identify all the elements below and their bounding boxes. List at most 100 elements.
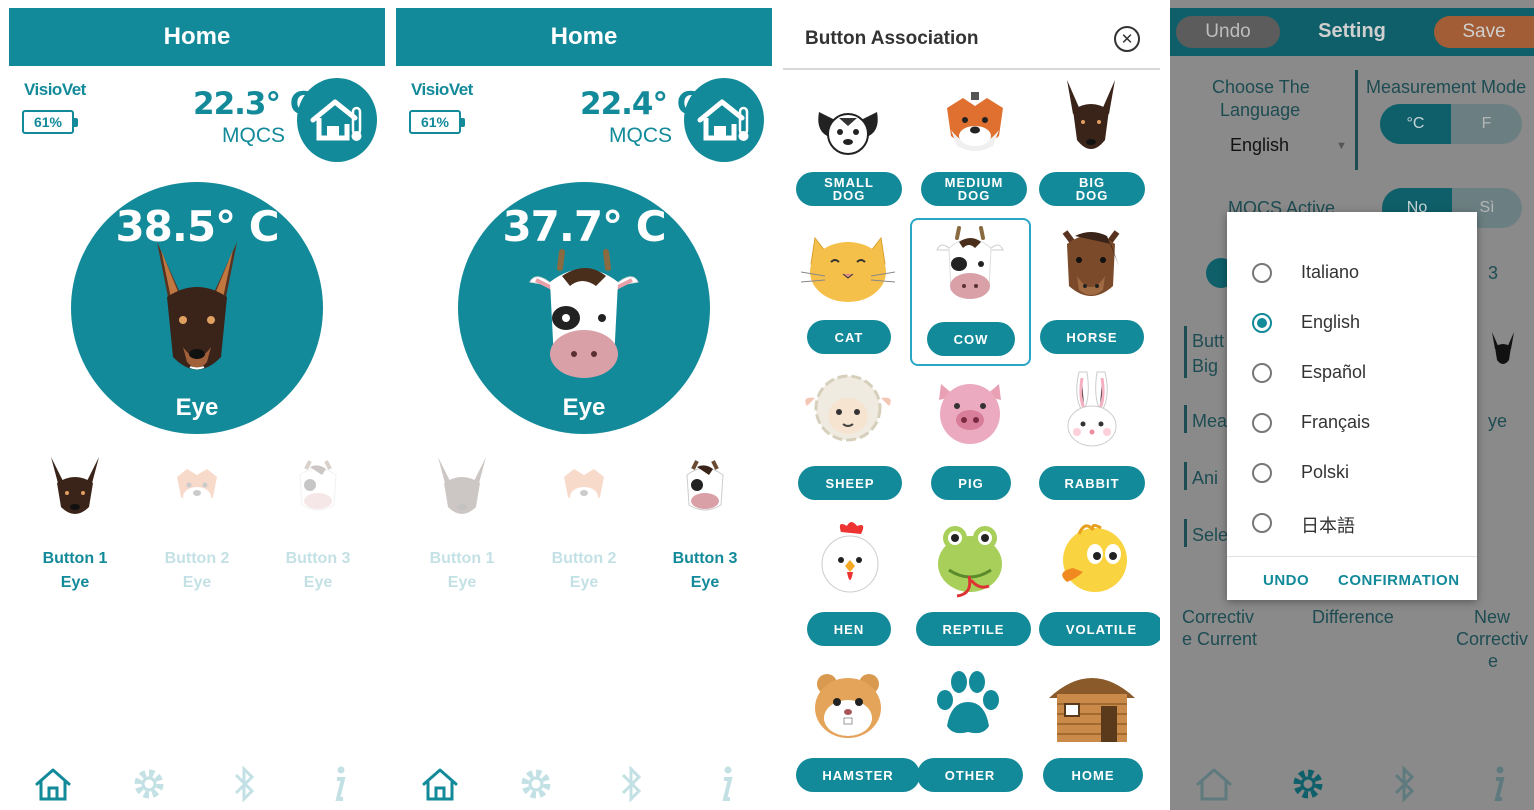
radio-button[interactable] [1252, 413, 1272, 433]
house-thermometer-icon [310, 99, 362, 141]
language-option[interactable]: Polski [1227, 448, 1477, 498]
measure-button-1[interactable]: Button 1 Eye [30, 455, 120, 592]
measurement-mode-label: Measurement Mode [1366, 77, 1527, 97]
language-option[interactable]: Español [1227, 348, 1477, 398]
animal-label: HOME [1071, 767, 1115, 783]
ambient-temperature: 22.3° C [193, 86, 313, 122]
divider [1184, 462, 1187, 490]
big-dog-icon [157, 242, 237, 370]
measure-button-2[interactable]: Button 2 Eye [152, 455, 242, 592]
animal-button-rabbit[interactable]: RABBIT [1039, 466, 1145, 500]
animal-label: HEN [833, 621, 865, 637]
new-correction-label-line2: Correctiv [1456, 629, 1529, 649]
animal-label-line2: DOG [832, 188, 866, 203]
big-dog-icon [1067, 80, 1115, 149]
dialog-confirm-button[interactable]: CONFIRMATION [1338, 572, 1460, 589]
animal-label-line2: DOG [957, 188, 991, 203]
language-option[interactable]: 日本語 [1227, 498, 1477, 548]
language-label-line2: Language [1220, 100, 1301, 120]
button-label: Button 2 [164, 550, 230, 567]
horse-icon [1062, 230, 1120, 296]
animal-button-cat[interactable]: CAT [807, 320, 891, 354]
divider [1184, 405, 1187, 433]
unit-toggle[interactable]: °C F [1380, 104, 1522, 144]
nav-bluetooth[interactable] [1384, 764, 1424, 804]
language-option[interactable]: Italiano [1227, 248, 1477, 298]
bottom-navigation [1170, 754, 1534, 810]
radio-button[interactable] [1252, 463, 1272, 483]
radio-button[interactable] [1252, 513, 1272, 533]
nav-home[interactable] [1194, 764, 1234, 804]
button-label: Button 1 [429, 550, 495, 567]
animal-button-hamster[interactable]: HAMSTER [796, 758, 920, 792]
animal-button-small-dog[interactable]: SMALL DOG [796, 172, 902, 206]
measure-button-2[interactable]: Button 2 Eye [539, 455, 629, 592]
temperature-dial: 37.7° C Eye [458, 182, 710, 434]
animal-button-volatile[interactable]: VOLATILE [1039, 612, 1160, 646]
nav-info[interactable] [319, 764, 359, 804]
cat-icon [801, 236, 895, 302]
dialog-undo-button[interactable]: UNDO [1263, 572, 1309, 589]
button-site: Eye [182, 574, 212, 591]
button-site: Eye [569, 574, 599, 591]
bottom-navigation [396, 754, 772, 810]
language-select[interactable]: English [1230, 134, 1289, 157]
battery-indicator: 61% [409, 110, 465, 134]
celsius-option[interactable]: °C [1380, 104, 1451, 144]
option-label: Polski [1301, 462, 1350, 482]
new-correction-label-line3: e [1488, 651, 1499, 671]
animal-button-horse[interactable]: HORSE [1040, 320, 1144, 354]
close-icon: ✕ [1120, 31, 1134, 48]
fahrenheit-option[interactable]: F [1451, 104, 1522, 144]
animal-button-medium-dog[interactable]: MEDIUM DOG [921, 172, 1027, 206]
animal-label: VOLATILE [1065, 621, 1138, 637]
nav-bluetooth[interactable] [611, 764, 651, 804]
animal-button-cow[interactable]: COW [927, 322, 1015, 356]
home-icon [1196, 768, 1232, 801]
animal-button-big-dog[interactable]: BIG DOG [1039, 172, 1145, 206]
animal-button-pig[interactable]: PIG [931, 466, 1011, 500]
nav-settings[interactable] [1288, 764, 1328, 804]
radio-button[interactable] [1252, 363, 1272, 383]
animal-label: HORSE [1066, 329, 1118, 345]
measure-button-3[interactable]: Button 3 Eye [660, 455, 750, 592]
nav-settings[interactable] [516, 764, 556, 804]
option-label: 日本語 [1301, 516, 1355, 536]
ambient-house-button[interactable] [297, 78, 377, 162]
button-site: Eye [447, 574, 477, 591]
close-button[interactable]: ✕ [1114, 26, 1140, 52]
button-label: Button 3 [285, 550, 351, 567]
button-label: Button 3 [672, 550, 738, 567]
measure-button-1[interactable]: Button 1 Eye [417, 455, 507, 592]
animal-label: SHEEP [825, 475, 875, 491]
reptile-icon [938, 526, 1002, 598]
body-site-label: Eye [175, 394, 219, 421]
nav-info[interactable] [706, 764, 746, 804]
animal-label-line2: DOG [1075, 188, 1109, 203]
nav-home[interactable] [420, 764, 460, 804]
partial-text: ye [1488, 411, 1508, 431]
cow-icon [299, 460, 337, 511]
language-option[interactable]: Français [1227, 398, 1477, 448]
language-option[interactable]: English [1227, 298, 1477, 348]
partial-text: 3 [1488, 263, 1499, 283]
home-icon [35, 768, 71, 801]
animal-button-other[interactable]: OTHER [917, 758, 1023, 792]
animal-button-hen[interactable]: HEN [807, 612, 891, 646]
animal-button-reptile[interactable]: REPTILE [916, 612, 1031, 646]
button-site: Eye [690, 574, 720, 591]
radio-button[interactable] [1252, 263, 1272, 283]
nav-home[interactable] [33, 764, 73, 804]
nav-info[interactable] [1478, 764, 1518, 804]
animal-button-home[interactable]: HOME [1043, 758, 1143, 792]
nav-settings[interactable] [129, 764, 169, 804]
animal-button-sheep[interactable]: SHEEP [798, 466, 902, 500]
radio-button-selected[interactable] [1252, 313, 1272, 333]
animal-label: RABBIT [1064, 475, 1120, 491]
ambient-house-button[interactable] [684, 78, 764, 162]
medium-dog-icon [177, 469, 217, 507]
save-button[interactable]: Save [1434, 16, 1534, 48]
new-correction-label: New [1474, 607, 1511, 627]
nav-bluetooth[interactable] [224, 764, 264, 804]
measure-button-3[interactable]: Button 3 Eye [273, 455, 363, 592]
